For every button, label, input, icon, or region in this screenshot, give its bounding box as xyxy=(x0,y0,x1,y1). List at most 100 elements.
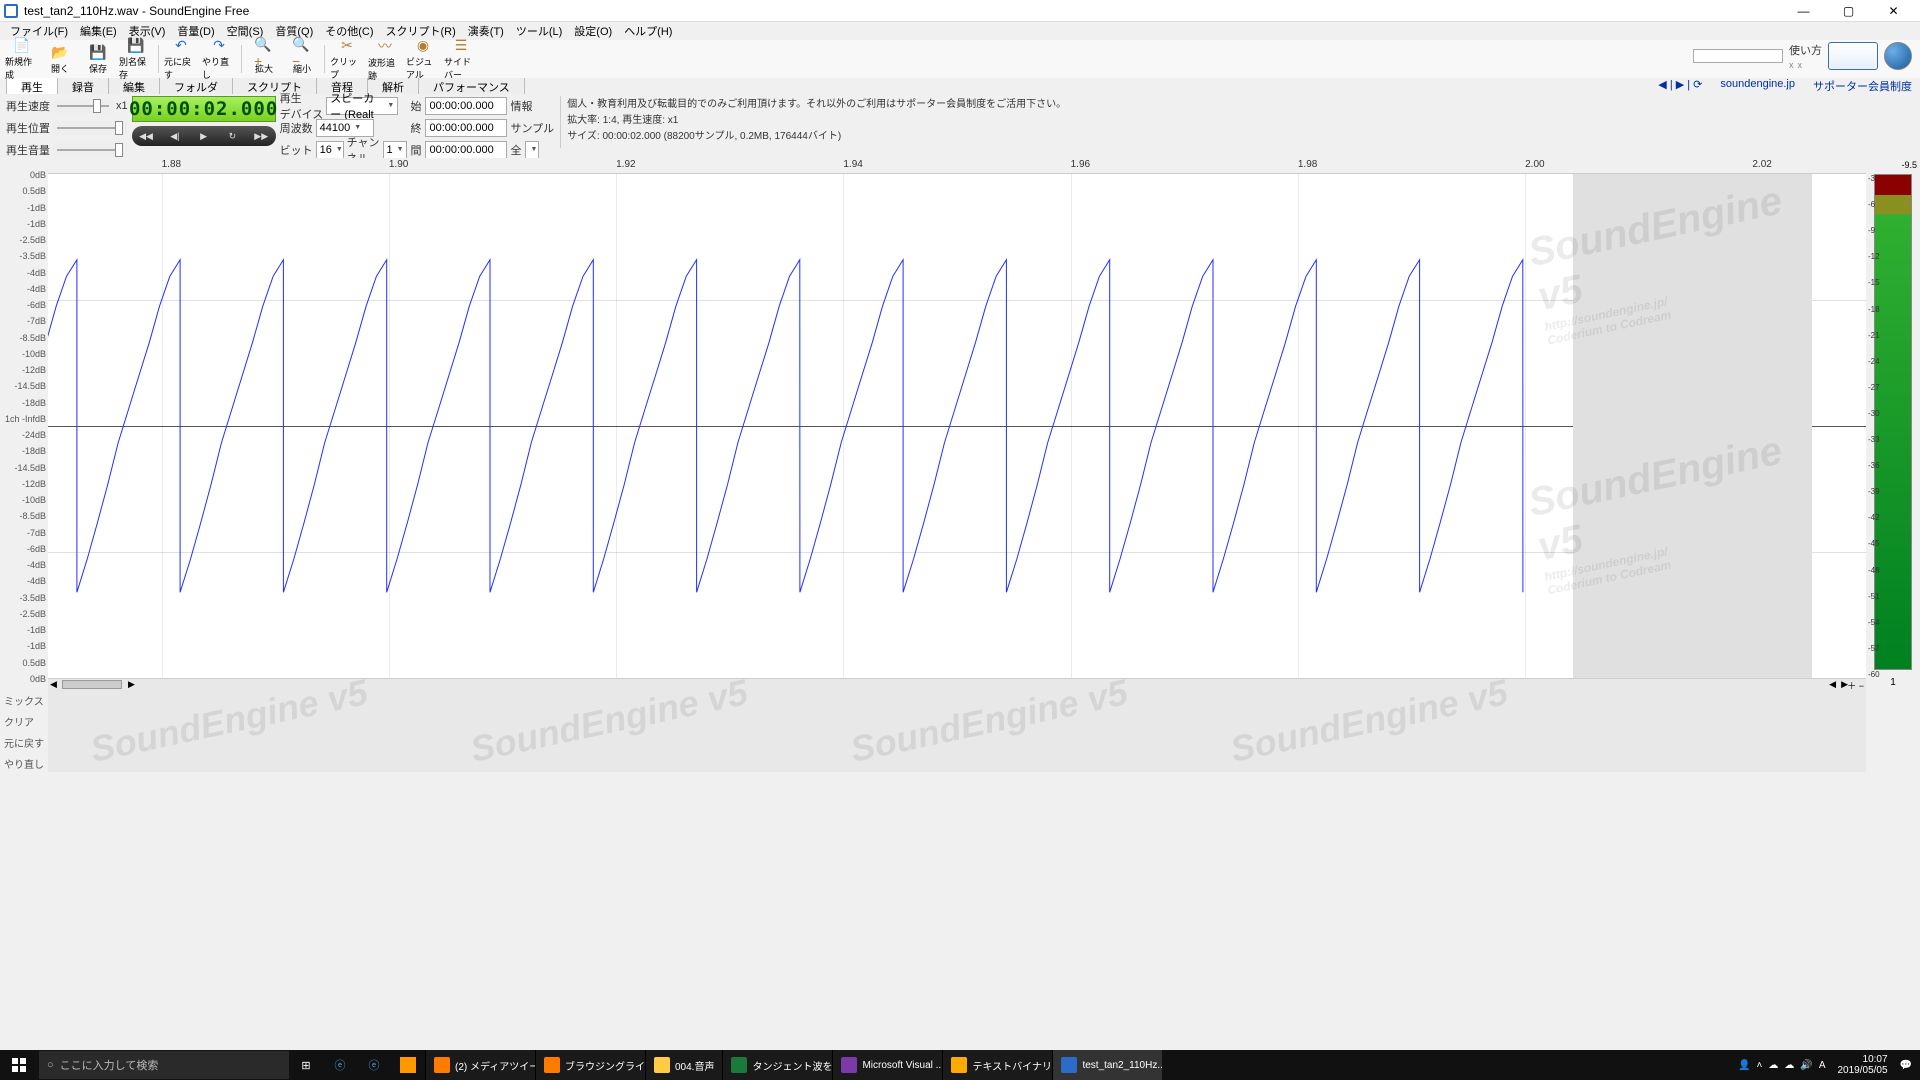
new-icon: 📄 xyxy=(12,37,32,54)
visual-icon: ◉ xyxy=(413,37,433,54)
position-label: 再生位置 xyxy=(6,120,50,136)
speed-slider[interactable] xyxy=(53,99,113,113)
waveform-area: 0dB0.5dB-1dB-1dB-2.5dB-3.5dB-4dB-4dB-6dB… xyxy=(0,158,1920,690)
globe-icon[interactable] xyxy=(1884,42,1912,70)
start-field[interactable]: 00:00:00.000 xyxy=(425,97,507,115)
device-label: 再生 デバイス xyxy=(280,90,324,122)
menu-item[interactable]: ツール(L) xyxy=(510,21,568,41)
saveas-button[interactable]: 💾別名保存 xyxy=(118,42,154,76)
tray-up-icon[interactable]: ˄ xyxy=(1757,1060,1763,1071)
window-title: test_tan2_110Hz.wav - SoundEngine Free xyxy=(24,4,1781,18)
all-label: 全 xyxy=(511,142,522,158)
undo-button[interactable]: ↶元に戻す xyxy=(163,42,199,76)
taskbar-item[interactable]: test_tan2_110Hz... xyxy=(1052,1050,1162,1080)
taskbar: ○ ここに入力して検索 ⊞ ⓔ ⓔ (2) メディアツイート: ...ブラウジン… xyxy=(0,1050,1920,1080)
taskbar-search[interactable]: ○ ここに入力して検索 xyxy=(39,1051,289,1079)
system-tray[interactable]: 👤 ˄ ☁ ☁ 🔊 A 10:072019/05/05 💬 xyxy=(1730,1054,1920,1076)
saveas-icon: 💾 xyxy=(126,37,146,54)
play-button[interactable]: ▶ xyxy=(189,126,218,146)
redo-icon: ↷ xyxy=(209,37,229,54)
device-select[interactable]: スピーカー (Realt xyxy=(326,97,398,115)
mix-action[interactable]: クリア xyxy=(0,711,48,732)
mix-action[interactable]: やり直し xyxy=(0,753,48,774)
all-select[interactable] xyxy=(525,141,539,159)
sublime-icon[interactable] xyxy=(391,1050,425,1080)
info-line-2: 拡大率: 1:4, 再生速度: x1 xyxy=(567,114,1066,127)
new-button[interactable]: 📄新規作成 xyxy=(4,42,40,76)
edge-icon[interactable]: ⓔ xyxy=(357,1050,391,1080)
menu-item[interactable]: 設定(O) xyxy=(568,21,618,41)
level-meter: -9.5 -3-6-9-12-15-18-21-24-27-30-33-36-3… xyxy=(1866,158,1920,690)
mix-action[interactable]: ミックス xyxy=(0,690,48,711)
h-scrollbar[interactable]: ◀ ▶ ◀ ▶ ＋ − xyxy=(48,678,1866,690)
menu-item[interactable]: 編集(E) xyxy=(74,21,123,41)
usage-button[interactable] xyxy=(1828,42,1878,70)
taskbar-item[interactable]: テキストバイナリコン... xyxy=(942,1050,1052,1080)
scroll-left-icon[interactable]: ◀ xyxy=(50,679,57,690)
notification-icon[interactable]: 💬 xyxy=(1900,1060,1912,1071)
sidebar-button[interactable]: ☰サイドバー xyxy=(443,42,479,76)
people-icon[interactable]: 👤 xyxy=(1738,1060,1750,1071)
link-support[interactable]: サポーター会員制度 xyxy=(1811,78,1914,94)
ime-icon[interactable]: A xyxy=(1819,1060,1826,1071)
waveform-main[interactable]: 1.881.901.921.941.961.982.002.02 SoundEn… xyxy=(48,158,1866,690)
ie-icon[interactable]: ⓔ xyxy=(323,1050,357,1080)
menu-item[interactable]: ヘルプ(H) xyxy=(618,21,678,41)
onedrive-icon[interactable]: ☁ xyxy=(1768,1060,1778,1071)
volume-label: 再生音量 xyxy=(6,142,50,158)
volume-icon[interactable]: 🔊 xyxy=(1800,1060,1812,1071)
mix-panel: ミックスクリア元に戻すやり直し SoundEngine v5 SoundEngi… xyxy=(0,690,1920,772)
envelope-icon: 〰 xyxy=(375,37,395,55)
nav-arrows[interactable]: ◀ | ▶ | ⟳ xyxy=(1656,78,1704,94)
link-site[interactable]: soundengine.jp xyxy=(1718,78,1797,94)
search-icon: ○ xyxy=(47,1059,54,1071)
end-field[interactable]: 00:00:00.000 xyxy=(425,119,507,137)
timecode-display: 00:00:02.000 xyxy=(132,96,276,122)
bit-select[interactable]: 16 xyxy=(316,141,344,159)
taskbar-item[interactable]: Microsoft Visual ... xyxy=(832,1050,942,1080)
close-button[interactable]: ✕ xyxy=(1871,0,1916,22)
mix-action[interactable]: 元に戻す xyxy=(0,732,48,753)
taskbar-item[interactable]: ブラウジングライブラ... xyxy=(535,1050,645,1080)
save-button[interactable]: 💾保存 xyxy=(80,42,116,76)
gap-field[interactable]: 00:00:00.000 xyxy=(425,141,507,159)
zoomout-button[interactable]: 🔍−縮小 xyxy=(284,42,320,76)
meter-peak: -9.5 xyxy=(1901,160,1917,170)
maximize-button[interactable]: ▢ xyxy=(1826,0,1871,22)
title-bar: test_tan2_110Hz.wav - SoundEngine Free —… xyxy=(0,0,1920,22)
sidebar-icon: ☰ xyxy=(451,37,471,54)
open-button[interactable]: 📂開く xyxy=(42,42,78,76)
usage-label: 使い方 xyxy=(1789,42,1822,58)
playback-controls: 再生速度 x1 再生位置 再生音量 00:00:02.000 ◀◀ ◀| ▶ ↻… xyxy=(0,94,1920,158)
meter-channel: 1 xyxy=(1866,677,1920,688)
bit-label: ビット xyxy=(280,142,313,158)
taskbar-item[interactable]: 004.音声 xyxy=(645,1050,722,1080)
task-view-button[interactable]: ⊞ xyxy=(289,1050,323,1080)
tab-1[interactable]: 録音 xyxy=(57,77,109,96)
zoomin-button[interactable]: 🔍+拡大 xyxy=(246,42,282,76)
taskbar-item[interactable]: (2) メディアツイート: ... xyxy=(425,1050,535,1080)
start-button[interactable] xyxy=(0,1050,38,1080)
scroll-right-icon[interactable]: ▶ xyxy=(128,679,135,690)
taskbar-clock[interactable]: 10:072019/05/05 xyxy=(1831,1054,1893,1076)
clip-button[interactable]: ✂クリップ xyxy=(329,42,365,76)
network-icon[interactable]: ☁ xyxy=(1784,1060,1794,1071)
undo-icon: ↶ xyxy=(171,37,191,54)
visual-button[interactable]: ◉ビジュアル xyxy=(405,42,441,76)
taskbar-item[interactable]: タンジェント波をつく... xyxy=(722,1050,832,1080)
redo-button[interactable]: ↷やり直し xyxy=(201,42,237,76)
channel-select[interactable]: 1 xyxy=(383,141,407,159)
start-label: 始 xyxy=(411,98,422,114)
gap-label: 間 xyxy=(411,142,422,158)
volume-slider[interactable] xyxy=(53,143,127,157)
loop-button[interactable]: ↻ xyxy=(218,126,247,146)
speed-value: x1 xyxy=(116,100,128,112)
rewind-button[interactable]: ◀◀ xyxy=(132,126,161,146)
envelope-button[interactable]: 〰波形追跡 xyxy=(367,42,403,76)
stepback-button[interactable]: ◀| xyxy=(160,126,189,146)
info-line-1: 個人・教育利用及び転載目的でのみご利用頂けます。それ以外のご利用はサポーター会員… xyxy=(567,98,1066,111)
fastfwd-button[interactable]: ▶▶ xyxy=(247,126,276,146)
position-slider[interactable] xyxy=(53,121,127,135)
open-icon: 📂 xyxy=(50,43,70,61)
minimize-button[interactable]: — xyxy=(1781,0,1826,22)
